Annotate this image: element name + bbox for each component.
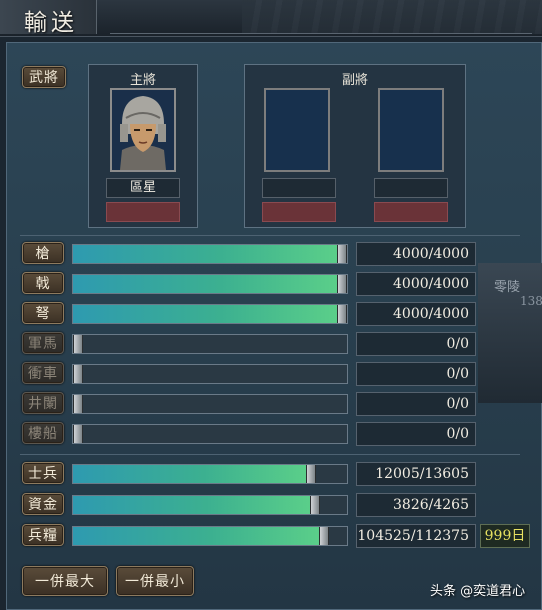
food-bar-handle[interactable] [319,527,329,545]
deputy-slot-1-name [262,178,336,198]
crossbow-value: 4000/4000 [356,302,476,326]
warship-value: 0/0 [356,422,476,446]
background-place-label: 零陵 [494,280,521,295]
soldiers-bar-fill [73,465,311,483]
spear-bar-fill [73,245,342,263]
crossbow-button[interactable]: 弩 [22,302,64,324]
title-rule [110,33,532,34]
deputy-slot-1-status [262,202,336,222]
warship-bar[interactable] [72,424,348,444]
spear-bar[interactable] [72,244,348,264]
halberd-bar[interactable] [72,274,348,294]
main-general-label: 主將 [129,73,156,88]
deputy-slot-2-status [374,202,448,222]
soldiers-bar-handle[interactable] [306,465,316,483]
ram-bar-handle[interactable] [73,365,83,383]
main-general-name: 區星 [106,178,180,198]
ram-button[interactable]: 衝車 [22,362,64,384]
soldiers-button[interactable]: 士兵 [22,462,64,484]
food-days: 999日 [480,524,530,548]
separator-middle [20,454,520,455]
warship-bar-handle[interactable] [73,425,83,443]
background-number: 138 [520,294,542,308]
title-bar: 輸送 [0,0,542,37]
crossbow-bar[interactable] [72,304,348,324]
spear-button[interactable]: 槍 [22,242,64,264]
window-title: 輸送 [24,10,78,36]
main-general-status [106,202,180,222]
soldiers-bar[interactable] [72,464,348,484]
gold-bar[interactable] [72,495,348,515]
halberd-bar-fill [73,275,342,293]
min-all-button[interactable]: 一併最小 [116,566,194,596]
deputy-slot-1-portrait[interactable] [264,88,330,172]
crossbow-bar-handle[interactable] [337,305,347,323]
spear-value: 4000/4000 [356,242,476,266]
gold-button[interactable]: 資金 [22,493,64,515]
spear-bar-handle[interactable] [337,245,347,263]
siege-tower-value: 0/0 [356,392,476,416]
halberd-value: 4000/4000 [356,272,476,296]
watermark: 头条 @奕道君心 [430,584,526,599]
food-bar[interactable] [72,526,348,546]
deputy-slot-2-portrait[interactable] [378,88,444,172]
food-button[interactable]: 兵糧 [22,524,64,546]
halberd-button[interactable]: 戟 [22,272,64,294]
general-portrait [110,88,176,172]
separator-top [20,235,520,236]
ram-bar[interactable] [72,364,348,384]
crossbow-bar-fill [73,305,342,323]
deputy-general-label: 副將 [341,73,368,88]
soldiers-value: 12005/13605 [356,462,476,486]
gold-bar-fill [73,496,315,514]
warhorse-button[interactable]: 軍馬 [22,332,64,354]
siege-tower-bar-handle[interactable] [73,395,83,413]
generals-button[interactable]: 武將 [22,66,66,88]
max-all-button[interactable]: 一併最大 [22,566,108,596]
ram-value: 0/0 [356,362,476,386]
gold-bar-handle[interactable] [310,496,320,514]
halberd-bar-handle[interactable] [337,275,347,293]
title-cloud-pattern [242,0,542,34]
portrait-image [112,90,174,170]
food-value: 104525/112375 [356,524,476,548]
deputy-slot-2-name [374,178,448,198]
warhorse-bar-handle[interactable] [73,335,83,353]
warhorse-bar[interactable] [72,334,348,354]
siege-tower-bar[interactable] [72,394,348,414]
warship-button[interactable]: 樓船 [22,422,64,444]
siege-tower-button[interactable]: 井闌 [22,392,64,414]
gold-value: 3826/4265 [356,493,476,517]
food-bar-fill [73,527,324,545]
warhorse-value: 0/0 [356,332,476,356]
